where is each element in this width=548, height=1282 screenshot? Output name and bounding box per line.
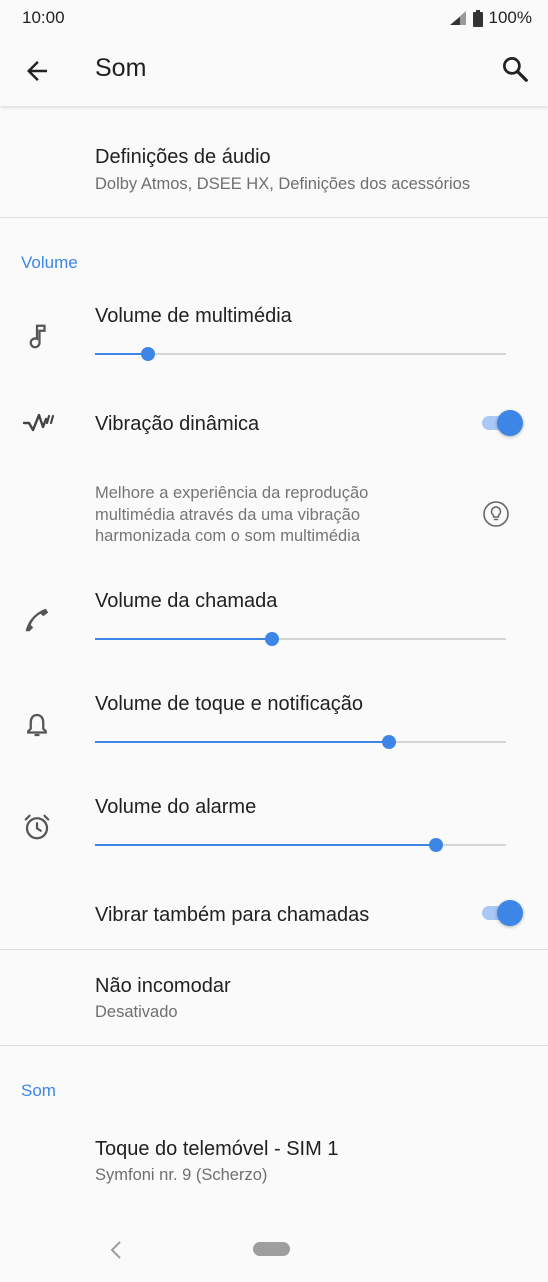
dynamic-vibration-label: Vibração dinâmica — [95, 413, 260, 435]
page-title: Som — [95, 54, 147, 82]
audio-settings-subtitle: Dolby Atmos, DSEE HX, Definições dos ace… — [95, 175, 471, 193]
status-bar: 10:00 100% — [0, 0, 548, 34]
nav-back-icon[interactable] — [106, 1238, 126, 1262]
dnd-title: Não incomodar — [95, 975, 231, 997]
bell-icon — [27, 713, 47, 737]
dnd-subtitle: Desativado — [95, 1003, 178, 1021]
slider-thumb[interactable] — [429, 838, 444, 852]
section-header-sound: Som — [21, 1081, 56, 1100]
audio-settings-title: Definições de áudio — [95, 146, 271, 168]
back-arrow-icon[interactable] — [22, 56, 52, 86]
alarm-clock-icon — [24, 814, 50, 840]
vibrate-calls-toggle[interactable] — [480, 898, 524, 928]
media-volume-label: Volume de multimédia — [95, 305, 292, 327]
ringtone-title: Toque do telemóvel - SIM 1 — [95, 1138, 339, 1160]
vibrate-calls-label: Vibrar também para chamadas — [95, 904, 370, 926]
alarm-volume-slider[interactable] — [95, 835, 506, 855]
signal-icon — [449, 11, 466, 25]
call-volume-slider[interactable] — [95, 629, 506, 649]
dynamic-vibration-description: Melhore a experiência da reprodução mult… — [95, 484, 369, 545]
divider — [0, 1045, 548, 1046]
divider — [0, 949, 548, 950]
ring-volume-slider[interactable] — [95, 732, 506, 752]
slider-thumb[interactable] — [141, 347, 156, 361]
nav-home-pill[interactable] — [253, 1242, 290, 1256]
music-note-icon — [29, 324, 46, 349]
slider-thumb[interactable] — [264, 632, 279, 646]
section-header-volume: Volume — [21, 253, 78, 272]
alarm-volume-label: Volume do alarme — [95, 796, 257, 818]
phone-icon — [25, 608, 49, 632]
battery-percentage: 100% — [488, 8, 532, 27]
dynamic-vibration-toggle[interactable] — [480, 408, 524, 438]
battery-icon — [472, 9, 483, 27]
ringtone-subtitle: Symfoni nr. 9 (Scherzo) — [95, 1166, 268, 1184]
slider-thumb[interactable] — [381, 735, 396, 749]
lightbulb-icon[interactable] — [482, 500, 510, 528]
status-time: 10:00 — [22, 8, 65, 27]
ring-volume-label: Volume de toque e notificação — [95, 693, 363, 715]
vibration-icon — [22, 413, 55, 432]
search-icon[interactable] — [500, 54, 530, 84]
navigation-bar — [0, 1220, 548, 1282]
app-bar: Som — [0, 34, 548, 106]
divider — [0, 217, 548, 218]
media-volume-slider[interactable] — [95, 344, 506, 364]
call-volume-label: Volume da chamada — [95, 590, 278, 612]
